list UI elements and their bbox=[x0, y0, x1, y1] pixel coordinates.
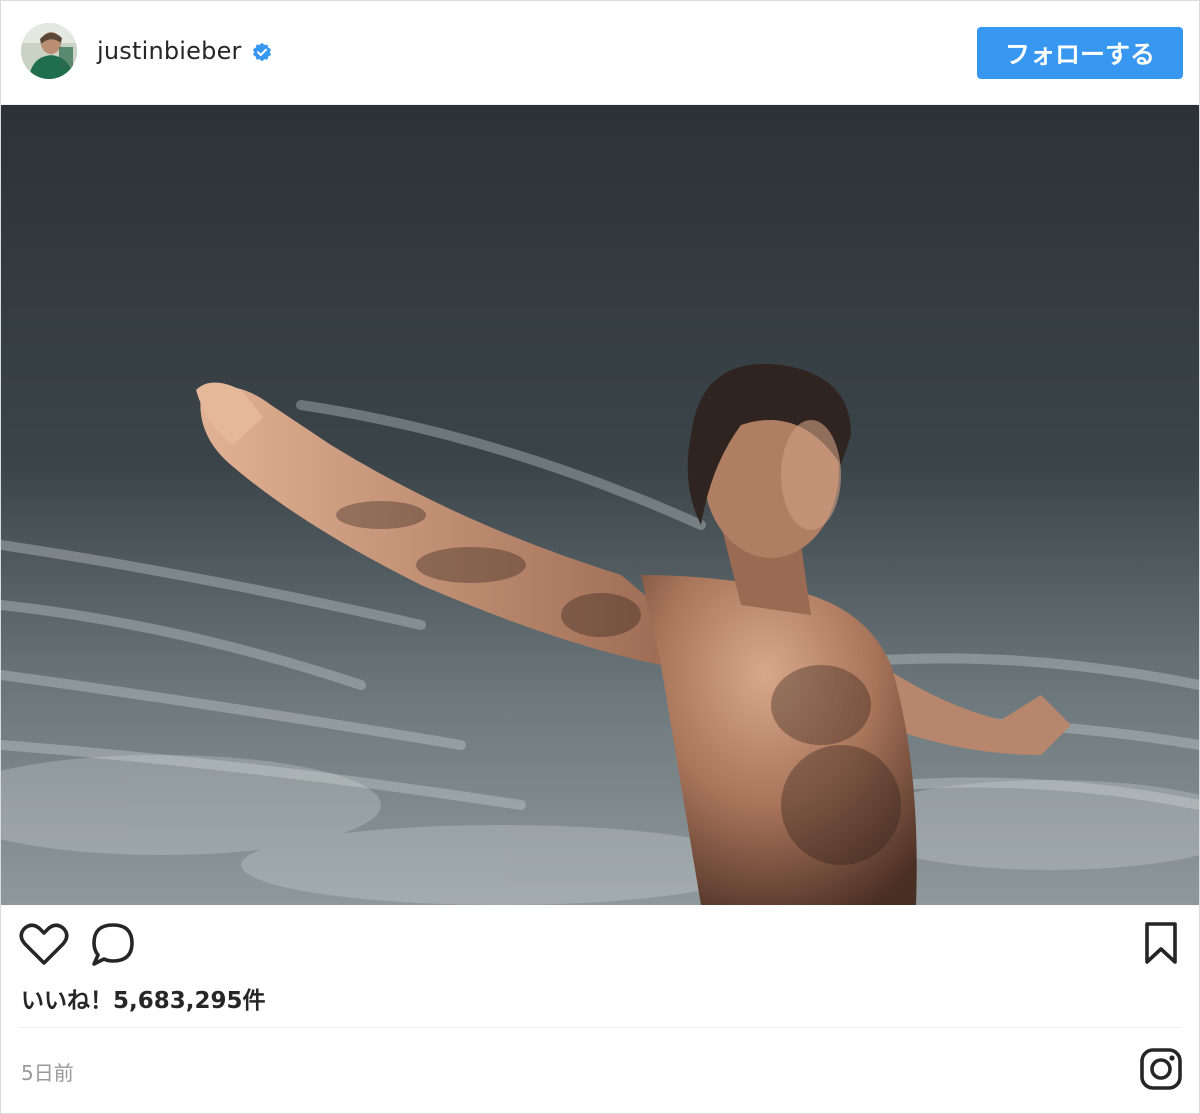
post-photo[interactable] bbox=[1, 105, 1199, 905]
avatar[interactable] bbox=[21, 23, 77, 79]
divider bbox=[19, 1027, 1181, 1028]
action-bar bbox=[1, 905, 1199, 981]
instagram-post-card: justinbieber フォローする いいね！5,683,295件 5日前 bbox=[0, 0, 1200, 1114]
likes-count[interactable]: いいね！5,683,295件 bbox=[21, 981, 266, 1015]
comment-icon[interactable] bbox=[89, 921, 137, 969]
avatar-image bbox=[21, 23, 77, 79]
post-timestamp[interactable]: 5日前 bbox=[21, 1057, 74, 1086]
follow-button[interactable]: フォローする bbox=[977, 27, 1183, 79]
bookmark-icon[interactable] bbox=[1143, 921, 1179, 965]
heart-icon[interactable] bbox=[19, 923, 69, 967]
photo-image bbox=[1, 105, 1199, 905]
username[interactable]: justinbieber bbox=[97, 37, 242, 65]
post-header: justinbieber フォローする bbox=[1, 1, 1199, 105]
verified-badge-icon bbox=[253, 42, 271, 62]
instagram-icon[interactable] bbox=[1139, 1047, 1183, 1091]
